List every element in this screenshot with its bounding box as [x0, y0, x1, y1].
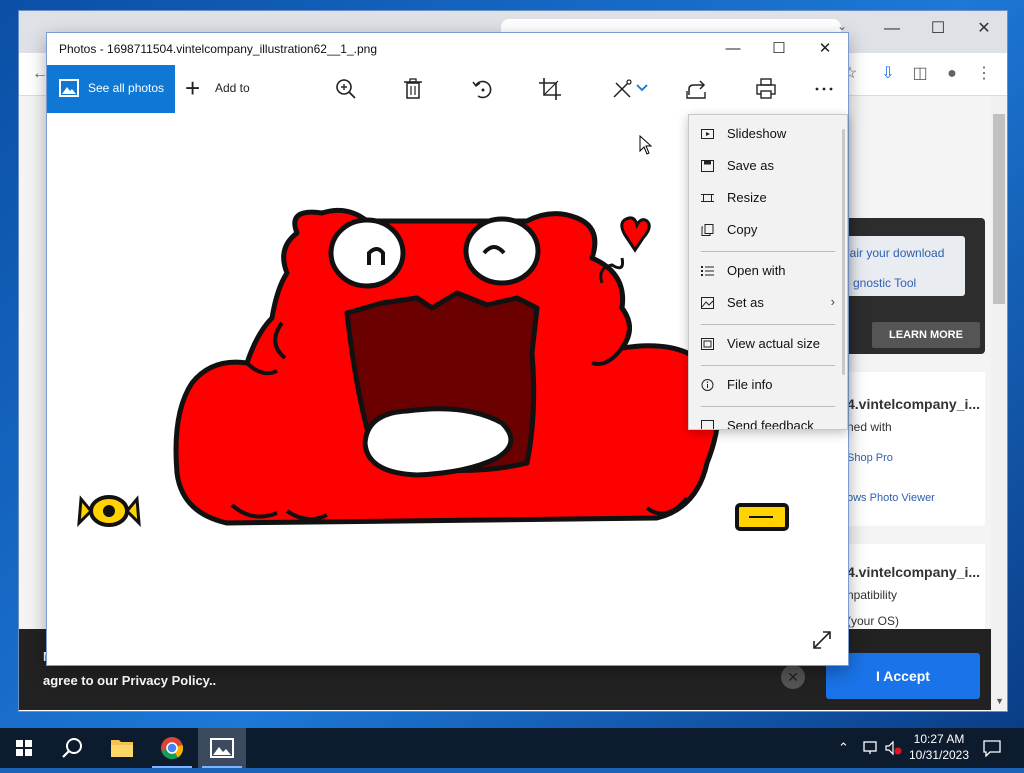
photos-toolbar: See all photos + Add to	[47, 65, 848, 113]
window-title: Photos - 1698711504.vintelcompany_illust…	[59, 42, 378, 56]
learn-more-button[interactable]: LEARN MORE	[872, 322, 980, 348]
chevron-right-icon: ›	[830, 294, 835, 309]
chrome-icon	[161, 737, 184, 760]
taskbar-chrome[interactable]	[148, 728, 196, 768]
card-subtitle: ned with	[847, 420, 892, 434]
menu-separator	[701, 324, 835, 325]
info-card-1: 4.vintelcompany_i... ned with Shop Pro o…	[829, 372, 985, 526]
card-title: 4.vintelcompany_i...	[847, 564, 981, 580]
search-button[interactable]	[48, 728, 96, 768]
menu-item-slideshow[interactable]: Slideshow	[689, 118, 847, 150]
taskbar-file-explorer[interactable]	[98, 728, 146, 768]
card-title: 4.vintelcompany_i...	[847, 396, 981, 412]
clock-date: 10/31/2023	[908, 748, 970, 762]
photos-app-icon	[210, 738, 234, 758]
open-with-icon	[701, 266, 714, 276]
menu-label: Copy	[727, 222, 758, 237]
tray-chevron-up-icon[interactable]: ⌃	[838, 740, 849, 756]
menu-label: Slideshow	[727, 126, 787, 141]
menu-separator	[701, 365, 835, 366]
card-link[interactable]: Shop Pro	[847, 452, 893, 464]
cookie-text: agree to our Privacy Policy..	[43, 673, 217, 688]
menu-label: File info	[727, 377, 773, 392]
taskbar-photos[interactable]	[198, 728, 246, 768]
copy-icon	[701, 224, 714, 236]
see-all-photos-label: See all photos	[88, 81, 165, 95]
menu-item-set-as[interactable]: Set as ›	[689, 287, 847, 319]
ad-line-2: gnostic Tool	[853, 276, 917, 290]
save-icon	[701, 160, 714, 172]
taskbar: ⌃ 10:27 AM 10/31/2023	[0, 728, 1024, 768]
accept-button[interactable]: I Accept	[826, 653, 980, 699]
browser-minimize-button[interactable]: —	[869, 15, 915, 43]
add-to-label: Add to	[215, 81, 250, 95]
clock-time: 10:27 AM	[913, 732, 965, 746]
ad-line-1: pair your download	[843, 246, 945, 260]
system-clock[interactable]: 10:27 AM 10/31/2023	[900, 731, 978, 763]
card-link[interactable]: ows Photo Viewer	[847, 492, 935, 504]
windows-logo-icon	[16, 740, 32, 756]
maximize-button[interactable]: ☐	[756, 33, 802, 65]
tab-search-chevron-icon[interactable]: ⌄	[837, 19, 847, 33]
menu-item-file-info[interactable]: File info	[689, 369, 847, 401]
more-options-icon[interactable]	[810, 75, 838, 103]
menu-scrollbar[interactable]	[842, 129, 845, 375]
profile-avatar-icon[interactable]: ●	[939, 61, 965, 87]
close-button[interactable]: ✕	[802, 33, 848, 65]
actual-size-icon	[701, 338, 714, 350]
info-card-2: 4.vintelcompany_i... npatibility (your O…	[829, 544, 985, 629]
menu-label: Save as	[727, 158, 774, 173]
minimize-button[interactable]: —	[710, 33, 756, 65]
zoom-in-icon[interactable]	[332, 75, 360, 103]
slideshow-icon	[701, 129, 714, 139]
menu-separator	[701, 406, 835, 407]
menu-item-copy[interactable]: Copy	[689, 214, 847, 246]
photos-title-bar: Photos - 1698711504.vintelcompany_illust…	[47, 33, 848, 65]
network-icon[interactable]	[862, 740, 880, 756]
scrollbar-thumb[interactable]	[993, 114, 1005, 304]
plus-icon: +	[185, 73, 201, 103]
menu-item-resize[interactable]: Resize	[689, 182, 847, 214]
page-scrollbar[interactable]: ▼	[991, 96, 1007, 710]
delete-icon[interactable]	[399, 75, 427, 103]
menu-label: Send feedback	[727, 418, 814, 430]
menu-item-save-as[interactable]: Save as	[689, 150, 847, 182]
mouse-cursor-icon	[639, 135, 653, 155]
browser-menu-icon[interactable]: ⋮	[971, 61, 997, 87]
more-options-menu: Slideshow Save as Resize Copy Open with …	[688, 114, 848, 430]
card-subtitle: npatibility	[847, 588, 898, 602]
menu-label: Open with	[727, 263, 786, 278]
menu-label: View actual size	[727, 336, 820, 351]
edit-draw-icon[interactable]	[608, 75, 636, 103]
set-as-icon	[701, 297, 714, 309]
print-icon[interactable]	[752, 75, 780, 103]
menu-label: Resize	[727, 190, 767, 205]
browser-maximize-button[interactable]: ☐	[915, 15, 961, 43]
fullscreen-expand-icon[interactable]	[811, 629, 833, 651]
feedback-icon	[701, 420, 714, 429]
notifications-icon[interactable]	[982, 739, 1002, 757]
menu-item-open-with[interactable]: Open with	[689, 255, 847, 287]
card-hint: (your OS)	[847, 614, 900, 628]
folder-icon	[111, 740, 133, 757]
info-icon	[701, 379, 714, 391]
see-all-photos-button[interactable]: See all photos	[47, 65, 175, 113]
crop-icon[interactable]	[536, 75, 564, 103]
chevron-down-icon[interactable]	[634, 75, 650, 103]
search-icon	[62, 738, 82, 758]
menu-item-view-actual-size[interactable]: View actual size	[689, 328, 847, 360]
start-button[interactable]	[0, 728, 48, 768]
browser-close-button[interactable]: ✕	[961, 15, 1007, 43]
menu-separator	[701, 251, 835, 252]
rotate-icon[interactable]	[468, 75, 496, 103]
cookie-close-icon[interactable]: ✕	[781, 665, 805, 689]
menu-item-send-feedback[interactable]: Send feedback	[689, 410, 847, 430]
scroll-down-icon[interactable]: ▼	[995, 696, 1004, 706]
photos-icon	[59, 79, 79, 97]
download-icon[interactable]: ⇩	[875, 61, 901, 87]
side-panel-icon[interactable]: ◫	[907, 61, 933, 87]
menu-label: Set as	[727, 295, 764, 310]
resize-icon	[701, 194, 714, 202]
share-icon[interactable]	[683, 75, 711, 103]
